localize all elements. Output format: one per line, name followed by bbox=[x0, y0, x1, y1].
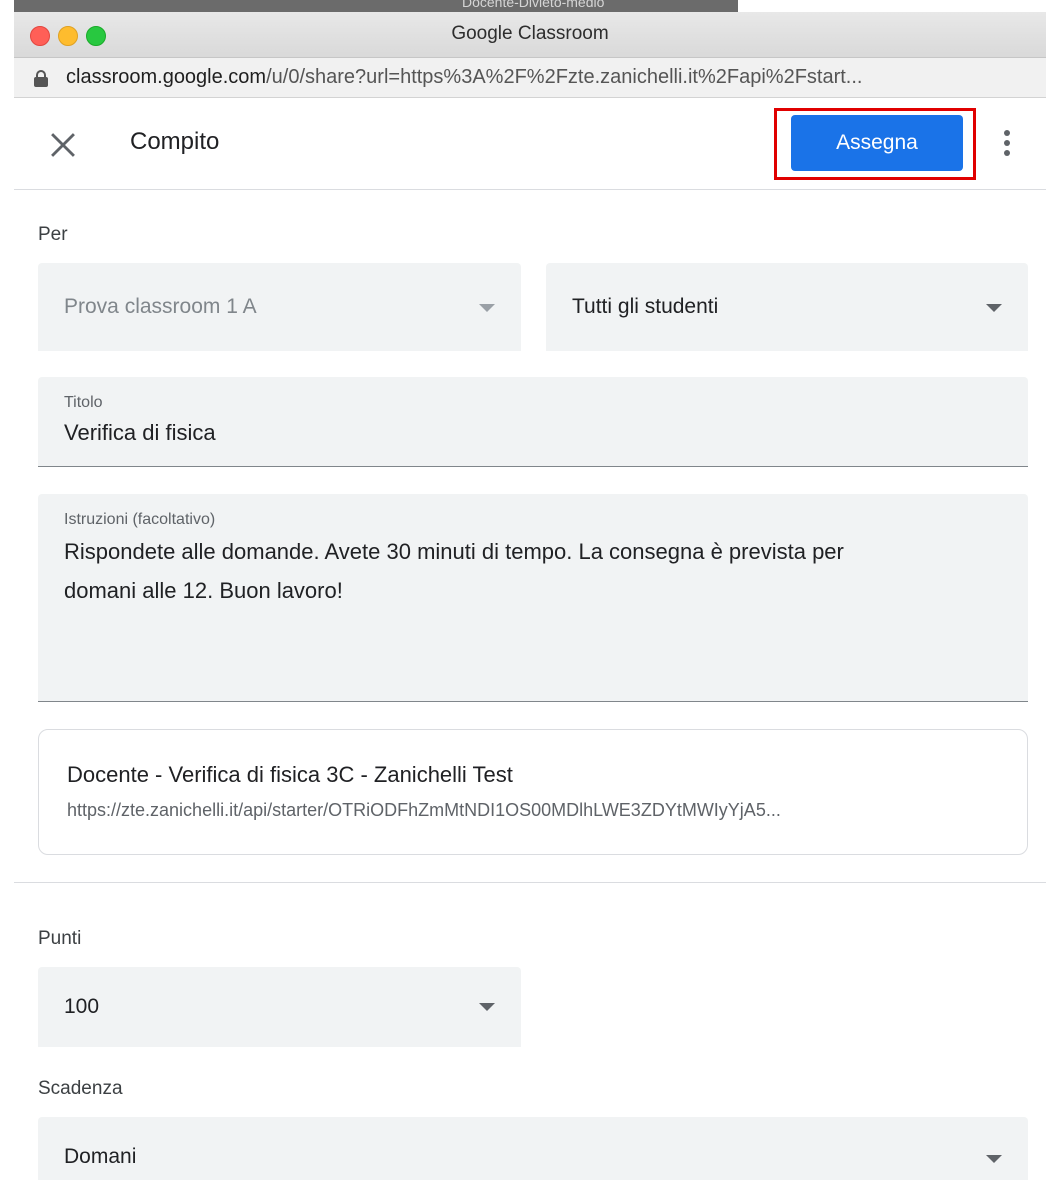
points-select[interactable]: 100 bbox=[38, 967, 521, 1047]
assignment-header: Compito Assegna bbox=[14, 98, 1046, 190]
instructions-line-1: Rispondete alle domande. Avete 30 minuti… bbox=[64, 539, 844, 564]
chevron-down-icon bbox=[479, 304, 495, 312]
students-select-value: Tutti gli studenti bbox=[572, 295, 719, 318]
due-date-label: Scadenza bbox=[38, 1078, 123, 1099]
link-attachment-card[interactable]: Docente - Verifica di fisica 3C - Zanich… bbox=[38, 729, 1028, 855]
background-window-title: Docente-Divieto-medio bbox=[462, 0, 605, 10]
class-select[interactable]: Prova classroom 1 A bbox=[38, 263, 521, 351]
url-text[interactable]: classroom.google.com/u/0/share?url=https… bbox=[66, 66, 862, 89]
chevron-down-icon bbox=[479, 1003, 495, 1011]
points-label: Punti bbox=[38, 928, 82, 949]
for-label: Per bbox=[38, 224, 68, 245]
address-bar[interactable]: classroom.google.com/u/0/share?url=https… bbox=[14, 58, 1046, 98]
students-select[interactable]: Tutti gli studenti bbox=[546, 263, 1028, 351]
title-field-value: Verifica di fisica bbox=[64, 420, 216, 445]
assign-button[interactable]: Assegna bbox=[791, 115, 963, 171]
chevron-down-icon bbox=[986, 1155, 1002, 1163]
window-title: Google Classroom bbox=[451, 23, 609, 44]
class-select-value: Prova classroom 1 A bbox=[64, 295, 257, 318]
page-title: Compito bbox=[130, 128, 220, 155]
lock-icon bbox=[34, 70, 48, 87]
title-field-label: Titolo bbox=[64, 394, 103, 411]
title-field[interactable]: Titolo Verifica di fisica bbox=[38, 377, 1028, 467]
attachment-title: Docente - Verifica di fisica 3C - Zanich… bbox=[67, 762, 513, 787]
chevron-down-icon bbox=[986, 304, 1002, 312]
url-host: classroom.google.com bbox=[66, 66, 267, 88]
instructions-field-label: Istruzioni (facoltativo) bbox=[64, 511, 216, 528]
points-select-value: 100 bbox=[64, 995, 100, 1018]
more-vert-icon[interactable] bbox=[996, 128, 1018, 160]
instructions-field[interactable]: Istruzioni (facoltativo) Rispondete alle… bbox=[38, 494, 1028, 702]
url-path: /u/0/share?url=https%3A%2F%2Fzte.zaniche… bbox=[266, 66, 863, 88]
instructions-line-2: domani alle 12. Buon lavoro! bbox=[64, 578, 343, 603]
window-titlebar: Google Classroom bbox=[14, 12, 1046, 58]
attachment-url: https://zte.zanichelli.it/api/starter/OT… bbox=[67, 800, 781, 820]
background-window-strip: Docente-Divieto-medio bbox=[0, 0, 1046, 12]
due-date-select[interactable]: Domani bbox=[38, 1117, 1028, 1180]
due-date-select-value: Domani bbox=[64, 1145, 137, 1168]
background-window bbox=[14, 0, 738, 12]
section-divider bbox=[14, 882, 1046, 883]
close-icon[interactable] bbox=[46, 128, 80, 162]
